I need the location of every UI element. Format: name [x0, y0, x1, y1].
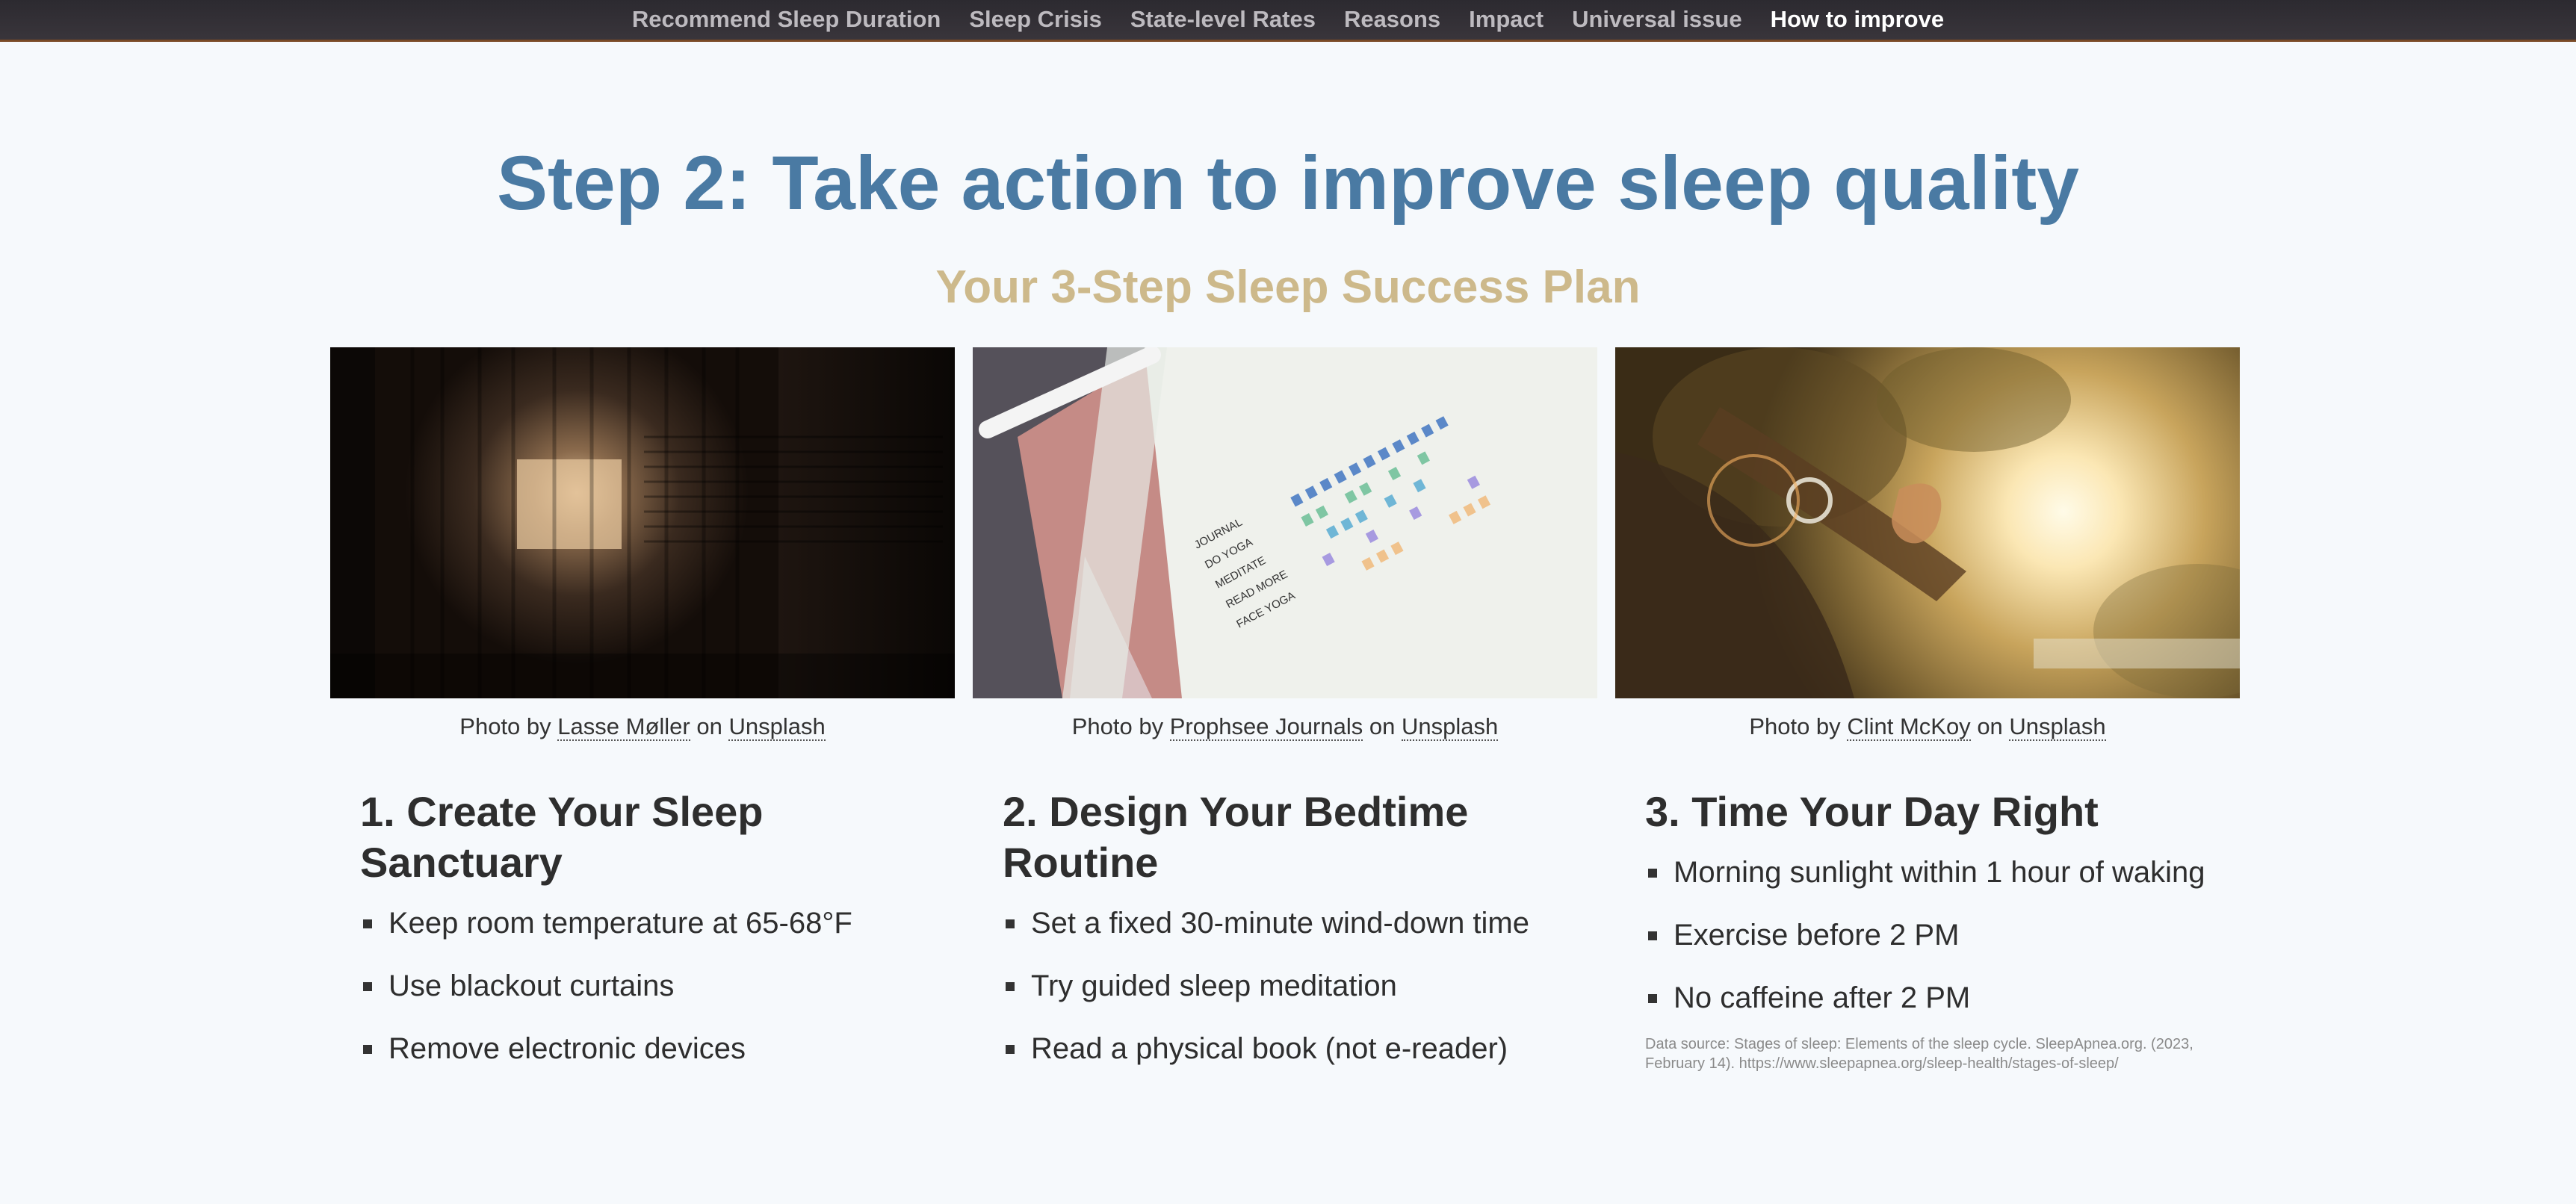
- list-item: Morning sunlight within 1 hour of waking: [1645, 854, 2217, 891]
- list-item: Exercise before 2 PM: [1645, 916, 2217, 954]
- nav-list: Recommend Sleep Duration Sleep Crisis St…: [0, 0, 2576, 39]
- photographer-link[interactable]: Prophsee Journals: [1169, 713, 1363, 741]
- square-bullet-icon: [1648, 869, 1657, 878]
- list-item-text: Use blackout curtains: [388, 969, 675, 1002]
- step-card-bedtime-routine: JOURNAL DO YOGA MEDITATE READ MORE FACE …: [973, 347, 1597, 1093]
- list-item-text: Remove electronic devices: [388, 1032, 746, 1065]
- page-subtitle: Your 3-Step Sleep Success Plan: [935, 261, 1641, 313]
- nav-item-state-level-rates[interactable]: State-level Rates: [1116, 6, 1330, 33]
- photo-credit-prefix: Photo by: [1749, 713, 1841, 739]
- top-nav: Recommend Sleep Duration Sleep Crisis St…: [0, 0, 2576, 42]
- data-source-note: Data source: Stages of sleep: Elements o…: [1645, 1036, 2193, 1072]
- step-title: 1. Create Your Sleep Sanctuary: [360, 788, 764, 886]
- list-item: Try guided sleep meditation: [1003, 967, 1575, 1005]
- step-body: 1. Create Your Sleep Sanctuary Keep room…: [330, 786, 955, 1067]
- photo-credit: Photo by Prophsee Journals on Unsplash: [973, 712, 1597, 742]
- nav-item-universal-issue[interactable]: Universal issue: [1558, 6, 1756, 33]
- step-title: 2. Design Your Bedtime Routine: [1003, 788, 1469, 886]
- list-item-text: Keep room temperature at 65-68°F: [388, 907, 852, 940]
- square-bullet-icon: [363, 982, 372, 991]
- list-item-text: Morning sunlight within 1 hour of waking: [1674, 856, 2205, 889]
- photo-credit-on: on: [1977, 713, 2003, 739]
- photo-credit-prefix: Photo by: [459, 713, 551, 739]
- dark-curtain-photo: [330, 347, 955, 698]
- step-card-time-your-day: Photo by Clint McKoy on Unsplash 3. Time…: [1615, 347, 2240, 1073]
- photo-credit-prefix: Photo by: [1071, 713, 1164, 739]
- list-item-text: No caffeine after 2 PM: [1674, 981, 1971, 1014]
- nav-item-how-to-improve[interactable]: How to improve: [1756, 6, 1959, 33]
- habit-journal-photo: JOURNAL DO YOGA MEDITATE READ MORE FACE …: [973, 347, 1597, 698]
- square-bullet-icon: [1006, 982, 1015, 991]
- list-item: Read a physical book (not e-reader): [1003, 1030, 1575, 1067]
- list-item-text: Set a fixed 30-minute wind-down time: [1031, 907, 1529, 940]
- nav-item-reasons[interactable]: Reasons: [1330, 6, 1455, 33]
- square-bullet-icon: [1006, 1045, 1015, 1054]
- list-item-text: Try guided sleep meditation: [1031, 969, 1397, 1002]
- list-item-text: Exercise before 2 PM: [1674, 919, 1960, 952]
- unsplash-link[interactable]: Unsplash: [1401, 713, 1499, 741]
- list-item-text: Read a physical book (not e-reader): [1031, 1032, 1508, 1065]
- photo-credit-on: on: [1369, 713, 1396, 739]
- nav-item-recommend-sleep-duration[interactable]: Recommend Sleep Duration: [618, 6, 955, 33]
- step-card-sleep-sanctuary: Photo by Lasse Møller on Unsplash 1. Cre…: [330, 347, 955, 1093]
- list-item: No caffeine after 2 PM: [1645, 979, 2217, 1017]
- sunlight-guitar-photo: [1615, 347, 2240, 698]
- step-body: 3. Time Your Day Right Morning sunlight …: [1615, 786, 2240, 1073]
- square-bullet-icon: [1648, 994, 1657, 1003]
- square-bullet-icon: [1006, 919, 1015, 928]
- photographer-link[interactable]: Clint McKoy: [1847, 713, 1971, 741]
- square-bullet-icon: [363, 919, 372, 928]
- list-item: Keep room temperature at 65-68°F: [360, 904, 932, 942]
- list-item: Remove electronic devices: [360, 1030, 932, 1067]
- unsplash-link[interactable]: Unsplash: [2009, 713, 2106, 741]
- list-item: Use blackout curtains: [360, 967, 932, 1005]
- photo-credit: Photo by Lasse Møller on Unsplash: [330, 712, 955, 742]
- photo-credit-on: on: [696, 713, 722, 739]
- nav-item-impact[interactable]: Impact: [1455, 6, 1558, 33]
- square-bullet-icon: [363, 1045, 372, 1054]
- step-list: Set a fixed 30-minute wind-down time Try…: [1003, 904, 1575, 1067]
- step-body: 2. Design Your Bedtime Routine Set a fix…: [973, 786, 1597, 1067]
- page-title: Step 2: Take action to improve sleep qua…: [497, 140, 2079, 226]
- step-list: Morning sunlight within 1 hour of waking…: [1645, 854, 2217, 1017]
- photographer-link[interactable]: Lasse Møller: [557, 713, 690, 741]
- square-bullet-icon: [1648, 931, 1657, 940]
- nav-item-sleep-crisis[interactable]: Sleep Crisis: [955, 6, 1115, 33]
- step-title: 3. Time Your Day Right: [1645, 788, 2099, 835]
- photo-credit: Photo by Clint McKoy on Unsplash: [1615, 712, 2240, 742]
- list-item: Set a fixed 30-minute wind-down time: [1003, 904, 1575, 942]
- step-list: Keep room temperature at 65-68°F Use bla…: [360, 904, 932, 1067]
- unsplash-link[interactable]: Unsplash: [728, 713, 826, 741]
